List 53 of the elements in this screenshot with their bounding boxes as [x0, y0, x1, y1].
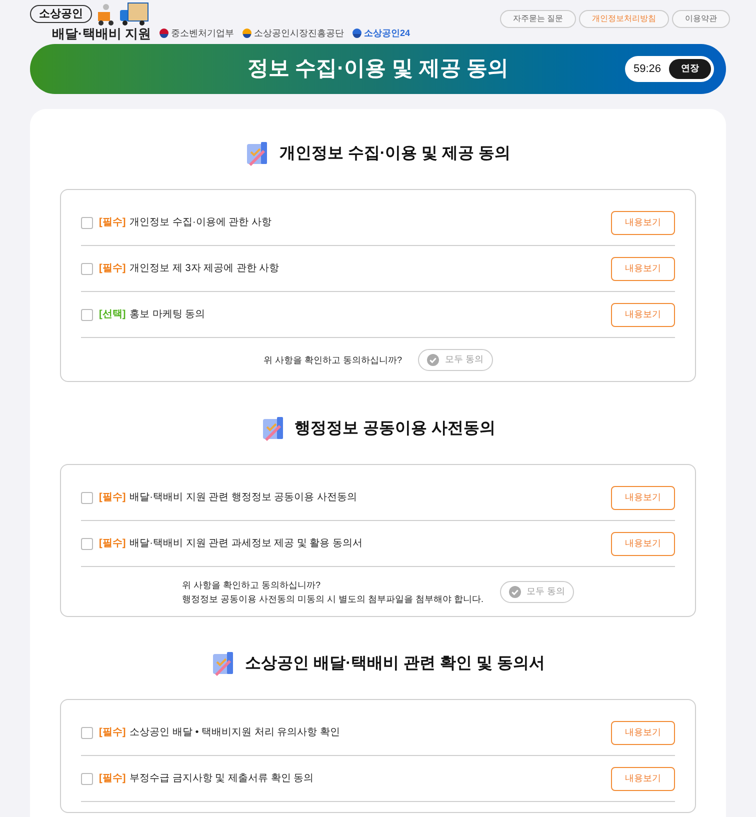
top-link[interactable]: 개인정보처리방침	[579, 10, 669, 28]
view-details-button[interactable]: 내용보기	[611, 210, 675, 234]
check-circle-icon	[508, 586, 520, 598]
partner-name: 소상공인시장진흥공단	[254, 26, 344, 40]
section-title: 소상공인 배달·택배비 관련 확인 및 동의서	[245, 654, 545, 674]
confirm-text: 행정정보 공동이용 사전동의 미동의 시 별도의 첨부파일을 첨부해야 합니다.	[182, 593, 484, 606]
checkbox[interactable]	[81, 262, 93, 274]
consent-label: 부정수급 금지사항 및 제출서류 확인 동의	[130, 772, 315, 786]
timer-text: 59:26	[633, 62, 661, 77]
section-title: 개인정보 수집·이용 및 제공 동의	[279, 144, 511, 164]
consent-label: 개인정보 제 3자 제공에 관한 사항	[130, 262, 280, 276]
consent-label: 배달·택배비 지원 관련 과세정보 제공 및 활용 동의서	[130, 537, 364, 551]
checkbox[interactable]	[81, 772, 93, 784]
view-details-button[interactable]: 내용보기	[611, 256, 675, 280]
page-title: 정보 수집·이용 및 제공 동의	[247, 56, 509, 82]
checkbox[interactable]	[81, 538, 93, 550]
consent-tag: [필수]	[99, 261, 126, 276]
consent-tag: [필수]	[99, 536, 126, 551]
consent-tag: [필수]	[99, 490, 126, 505]
checkbox[interactable]	[81, 216, 93, 228]
partner-name: 중소벤처기업부	[170, 26, 234, 40]
consent-label: 홍보 마케팅 동의	[130, 308, 206, 322]
consent-label: 소상공인 배달 • 택배비지원 처리 유의사항 확인	[130, 726, 341, 740]
emblem-icon	[242, 28, 252, 38]
confirm-text: 위 사항을 확인하고 동의하십니까?	[182, 579, 322, 592]
top-link[interactable]: 이용약관	[672, 10, 730, 28]
checkbox[interactable]	[81, 308, 93, 320]
agree-all-button[interactable]: 모두 동의	[500, 581, 574, 603]
view-details-button[interactable]: 내용보기	[611, 486, 675, 510]
consent-tag: [선택]	[99, 307, 126, 322]
consent-tag: [필수]	[99, 725, 126, 740]
confirm-text: 위 사항을 확인하고 동의하십니까?	[263, 354, 402, 367]
check-circle-icon	[427, 354, 439, 366]
consent-label: 개인정보 수집·이용에 관한 사항	[130, 216, 272, 230]
agree-all-button[interactable]: 모두 동의	[418, 349, 493, 371]
checkbox[interactable]	[81, 492, 93, 504]
emblem-icon	[158, 28, 169, 38]
section-title: 행정정보 공동이용 사전동의	[294, 419, 496, 439]
view-details-button[interactable]: 내용보기	[611, 720, 675, 744]
view-details-button[interactable]: 내용보기	[611, 532, 675, 556]
extend-button[interactable]: 연장	[669, 59, 711, 79]
view-details-button[interactable]: 내용보기	[611, 766, 675, 790]
checkbox[interactable]	[81, 726, 93, 738]
emblem-icon	[352, 28, 362, 38]
delivery-truck-icon	[96, 2, 150, 26]
logo-badge: 소상공인	[30, 5, 92, 23]
top-link[interactable]: 자주묻는 질문	[500, 10, 576, 28]
view-details-button[interactable]: 내용보기	[611, 302, 675, 326]
consent-tag: [필수]	[99, 771, 126, 786]
logo-title: 배달·택배비 지원	[51, 26, 151, 42]
partner-name: 소상공인24	[364, 26, 410, 40]
consent-label: 배달·택배비 지원 관련 행정정보 공동이용 사전동의	[130, 491, 358, 505]
consent-tag: [필수]	[99, 215, 126, 230]
